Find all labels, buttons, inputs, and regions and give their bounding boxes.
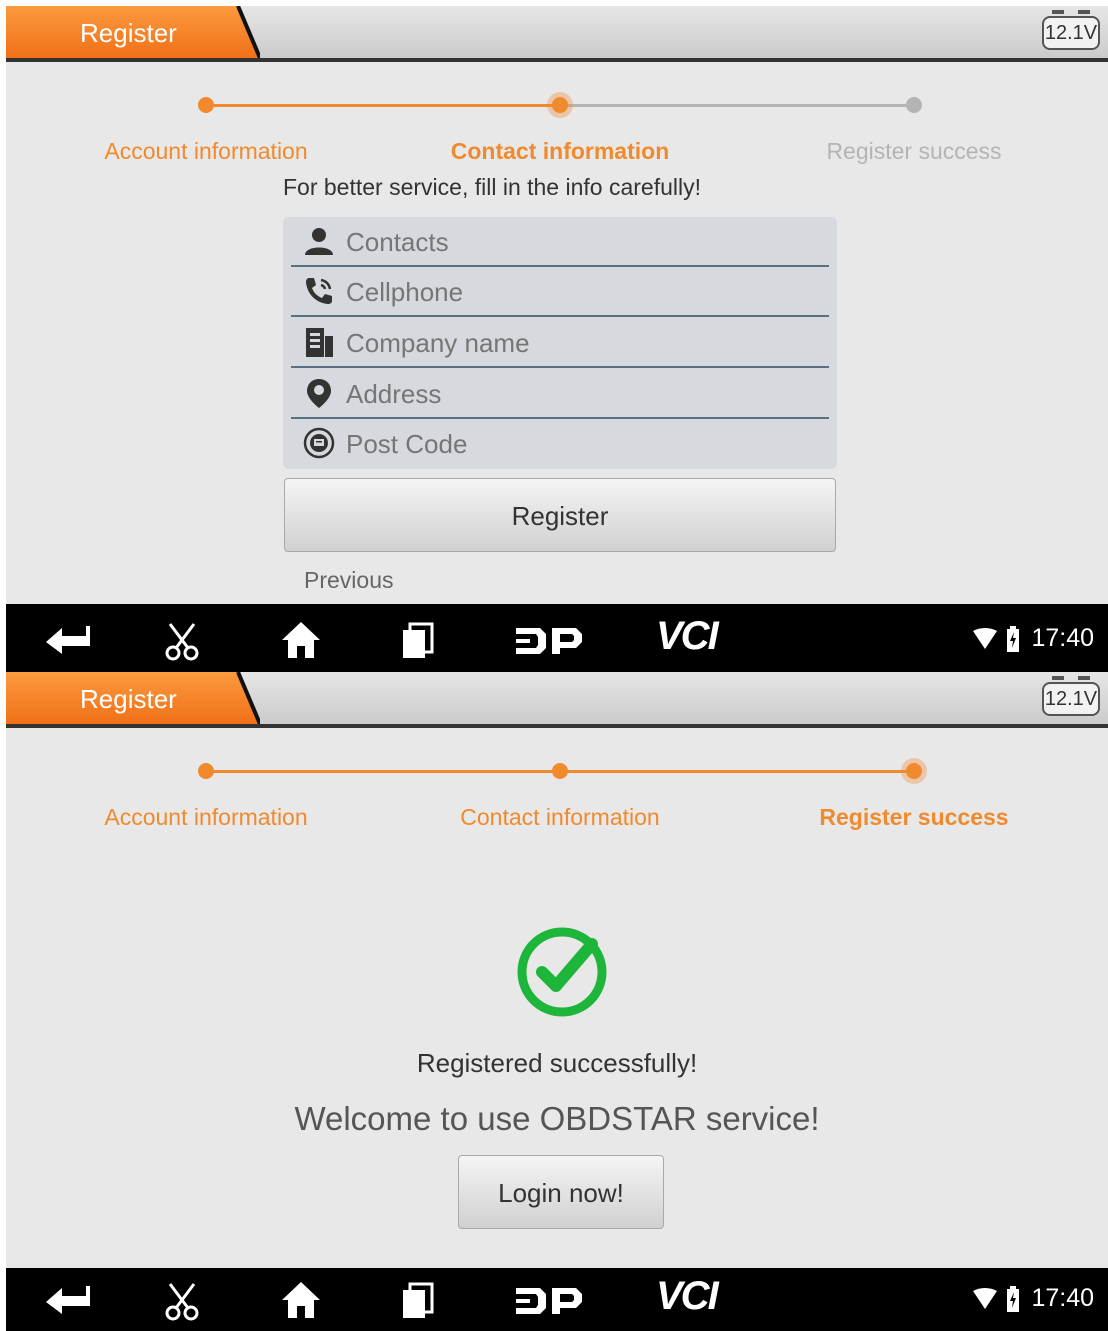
- step-dot-success: [906, 763, 922, 779]
- back-icon[interactable]: [42, 1278, 92, 1322]
- title-bar: Register 12.1V: [6, 672, 1108, 728]
- dp-icon[interactable]: [514, 618, 584, 662]
- cellphone-placeholder: Cellphone: [346, 277, 464, 307]
- vci-label[interactable]: VCI: [656, 1274, 719, 1319]
- system-nav-bar: VCI 17:40: [6, 604, 1108, 676]
- step-label-contact: Contact information: [460, 804, 660, 830]
- step-dot-success: [906, 97, 922, 113]
- company-name-field[interactable]: Company name: [291, 318, 829, 368]
- voltage-indicator: 12.1V: [1042, 10, 1100, 50]
- scissors-icon[interactable]: [162, 618, 202, 662]
- welcome-message: Welcome to use OBDSTAR service!: [294, 1100, 820, 1137]
- voltage-indicator: 12.1V: [1042, 676, 1100, 716]
- step-connector-1: [206, 104, 560, 107]
- person-icon: [305, 228, 333, 255]
- clock: 17:40: [1031, 624, 1094, 652]
- battery-icon: [1007, 626, 1019, 652]
- form-hint: For better service, fill in the info car…: [283, 174, 701, 200]
- home-icon[interactable]: [280, 618, 322, 662]
- scissors-icon[interactable]: [162, 1278, 202, 1322]
- contacts-field[interactable]: Contacts: [291, 217, 829, 267]
- progress-stepper: Account information Contact information …: [6, 728, 1108, 848]
- progress-stepper: Account information Contact information …: [6, 62, 1108, 182]
- location-pin-icon: [307, 379, 331, 408]
- contacts-placeholder: Contacts: [346, 227, 449, 257]
- tab-title: Register: [80, 684, 177, 714]
- register-button[interactable]: Register: [284, 478, 836, 552]
- previous-link[interactable]: Previous: [304, 567, 393, 594]
- step-label-account: Account information: [104, 138, 308, 164]
- step-label-contact: Contact information: [450, 138, 670, 164]
- phone-icon: [306, 278, 332, 304]
- home-icon[interactable]: [280, 1278, 322, 1322]
- post-code-placeholder: Post Code: [346, 429, 468, 459]
- step-connector-1: [206, 770, 560, 773]
- battery-icon: [1007, 1286, 1019, 1312]
- success-check-icon: [517, 927, 607, 1017]
- address-field[interactable]: Address: [291, 369, 829, 419]
- cellphone-field[interactable]: Cellphone: [291, 267, 829, 317]
- tab-title: Register: [80, 18, 177, 48]
- success-message: Registered successfully!: [416, 1048, 698, 1078]
- register-success-screen: Register 12.1V Account information Conta…: [6, 672, 1108, 1331]
- recent-apps-icon[interactable]: [400, 618, 436, 662]
- step-connector-2: [560, 104, 914, 107]
- company-name-placeholder: Company name: [346, 328, 530, 358]
- step-label-success: Register success: [819, 804, 1009, 830]
- dp-icon[interactable]: [514, 1278, 584, 1322]
- register-contact-screen: Register 12.1V Account information Conta…: [6, 6, 1108, 676]
- clock: 17:40: [1031, 1284, 1094, 1312]
- post-code-icon: [303, 427, 335, 459]
- wifi-icon: [973, 1288, 997, 1309]
- step-label-account: Account information: [104, 804, 308, 830]
- back-icon[interactable]: [42, 618, 92, 662]
- wifi-icon: [973, 628, 997, 649]
- step-dot-contact: [552, 763, 568, 779]
- address-placeholder: Address: [346, 379, 442, 409]
- step-connector-2: [560, 770, 914, 773]
- post-code-field[interactable]: Post Code: [291, 419, 829, 469]
- step-dot-account: [198, 763, 214, 779]
- step-dot-account: [198, 97, 214, 113]
- step-label-success: Register success: [826, 138, 1002, 164]
- title-bar: Register 12.1V: [6, 6, 1108, 62]
- system-nav-bar: VCI 17:40: [6, 1268, 1108, 1331]
- step-dot-contact: [552, 97, 568, 113]
- building-icon: [306, 328, 333, 357]
- contact-form: Contacts Cellphone Company name Address …: [283, 217, 837, 469]
- recent-apps-icon[interactable]: [400, 1278, 436, 1322]
- login-now-button[interactable]: Login now!: [458, 1155, 664, 1229]
- vci-label[interactable]: VCI: [656, 614, 719, 659]
